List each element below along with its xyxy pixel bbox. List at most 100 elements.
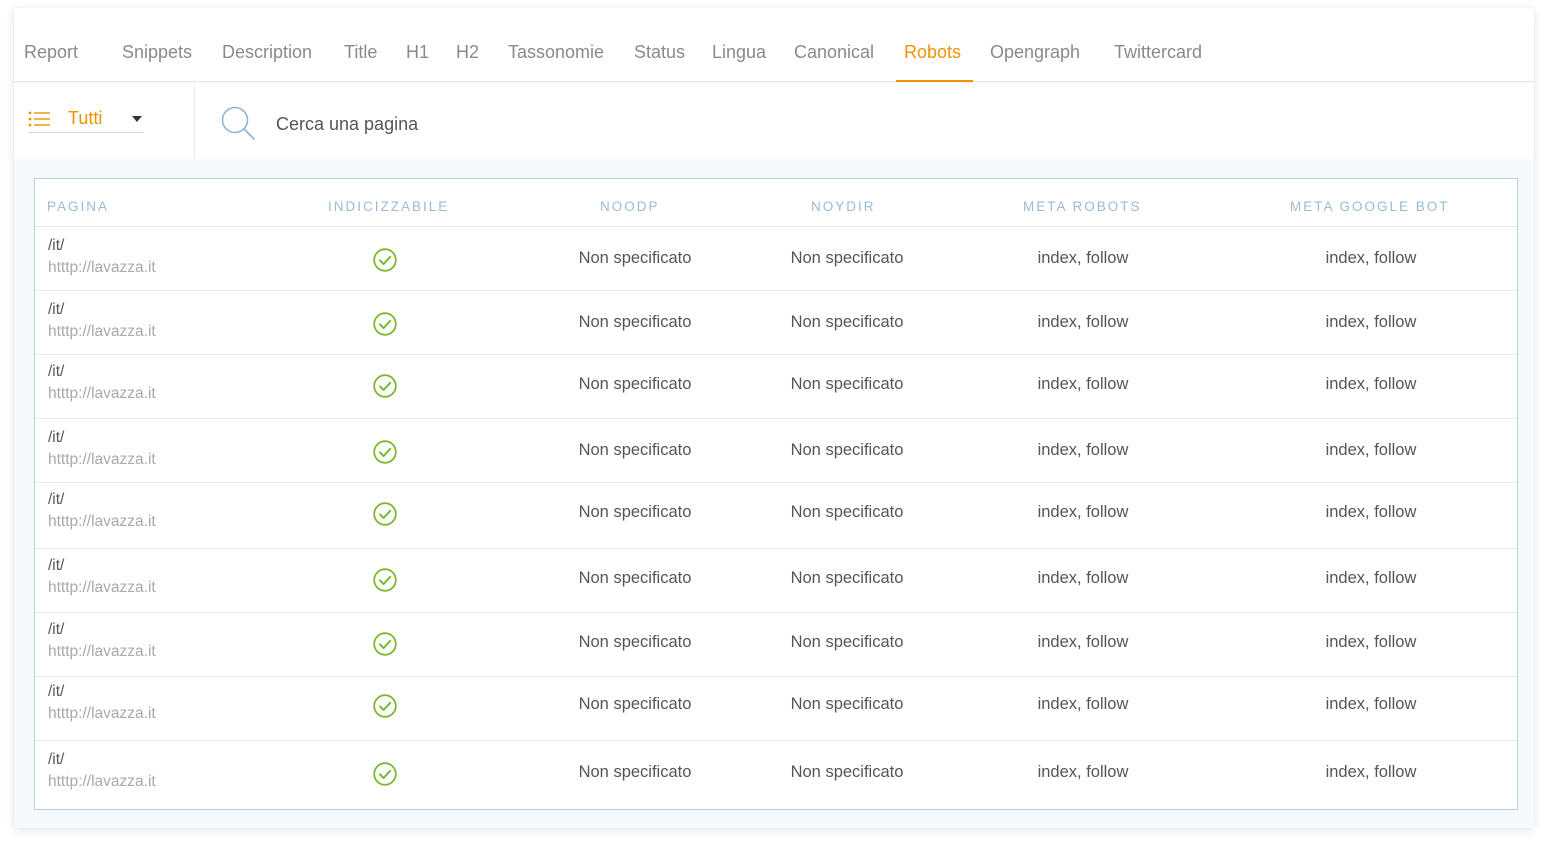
- page-url: htttp://lavazza.it: [48, 385, 156, 402]
- noydir-value: Non specificato: [790, 503, 904, 521]
- robots-table: PAGINA INDICIZZABILE NOODP NOYDIR META R…: [34, 178, 1518, 810]
- tab-lingua[interactable]: Lingua: [712, 42, 766, 82]
- caret-down-icon: [132, 116, 142, 122]
- tab-label: Twittercard: [1114, 42, 1203, 62]
- check-circle-icon: [373, 312, 397, 336]
- page-path: /it/: [48, 751, 65, 768]
- noydir-value: Non specificato: [790, 569, 904, 587]
- noodp-value: Non specificato: [578, 375, 692, 393]
- table-row[interactable]: /it/htttp://lavazza.it Non specificato Non…: [35, 483, 1517, 549]
- page-path: /it/: [48, 429, 65, 446]
- noydir-value: Non specificato: [790, 441, 904, 459]
- noodp-value: Non specificato: [578, 569, 692, 587]
- noodp-value: Non specificato: [578, 633, 692, 651]
- noydir-value: Non specificato: [790, 375, 904, 393]
- check-circle-icon: [373, 568, 397, 592]
- tab-description[interactable]: Description: [222, 42, 312, 82]
- check-circle-icon: [373, 502, 397, 526]
- tab-label: Robots: [904, 42, 962, 62]
- page-path: /it/: [48, 363, 65, 380]
- noodp-value: Non specificato: [578, 313, 692, 331]
- noodp-value: Non specificato: [578, 503, 692, 521]
- noodp-value: Non specificato: [578, 763, 692, 781]
- meta-robots-value: index, follow: [1037, 569, 1129, 587]
- table-row[interactable]: /it/htttp://lavazza.it Non specificato Non…: [35, 613, 1517, 677]
- table-row[interactable]: /it/htttp://lavazza.it Non specificato Non…: [35, 677, 1517, 741]
- tab-bar: Report Snippets Description Title H1 H2 …: [14, 8, 1534, 82]
- tab-report[interactable]: Report: [24, 42, 78, 82]
- tab-label: Title: [344, 42, 378, 62]
- tab-h1[interactable]: H1: [406, 42, 429, 82]
- tab-h2[interactable]: H2: [456, 42, 479, 82]
- tab-label: H1: [406, 42, 430, 62]
- check-circle-icon: [373, 248, 397, 272]
- search-icon: [221, 106, 255, 140]
- table-row[interactable]: /it/htttp://lavazza.it Non specificato Non…: [35, 419, 1517, 483]
- meta-googlebot-value: index, follow: [1325, 633, 1417, 651]
- page-url: htttp://lavazza.it: [48, 323, 156, 340]
- tab-label: Description: [222, 42, 313, 62]
- filter-dropdown[interactable]: Tutti: [28, 105, 144, 133]
- meta-googlebot-value: index, follow: [1325, 249, 1417, 267]
- column-header-noydir: NOYDIR: [811, 199, 876, 214]
- meta-robots-value: index, follow: [1037, 249, 1129, 267]
- tab-label: Lingua: [712, 42, 767, 62]
- tab-title[interactable]: Title: [344, 42, 377, 82]
- meta-robots-value: index, follow: [1037, 503, 1129, 521]
- page-path: /it/: [48, 621, 65, 638]
- tab-label: Opengraph: [990, 42, 1081, 62]
- table-row[interactable]: /it/htttp://lavazza.it Non specificato Non…: [35, 227, 1517, 291]
- meta-googlebot-value: index, follow: [1325, 313, 1417, 331]
- column-header-indicizzabile: INDICIZZABILE: [328, 199, 450, 214]
- tab-tassonomie[interactable]: Tassonomie: [508, 42, 604, 82]
- page-path: /it/: [48, 683, 65, 700]
- check-circle-icon: [373, 374, 397, 398]
- tab-twittercard[interactable]: Twittercard: [1114, 42, 1202, 82]
- column-header-meta-google-bot: META GOOGLE BOT: [1290, 199, 1450, 214]
- tab-label: Report: [24, 42, 79, 62]
- filter-selected-value: Tutti: [68, 108, 103, 128]
- noydir-value: Non specificato: [790, 763, 904, 781]
- tab-label: Canonical: [794, 42, 875, 62]
- table-row[interactable]: /it/htttp://lavazza.it Non specificato Non…: [35, 291, 1517, 355]
- tab-label: H2: [456, 42, 480, 62]
- filter-bar: Tutti: [14, 83, 1534, 159]
- tab-label: Status: [634, 42, 686, 62]
- noodp-value: Non specificato: [578, 441, 692, 459]
- check-circle-icon: [373, 632, 397, 656]
- tab-label: Tassonomie: [508, 42, 605, 62]
- list-icon: [28, 111, 50, 127]
- page-path: /it/: [48, 491, 65, 508]
- page-url: htttp://lavazza.it: [48, 579, 156, 596]
- noydir-value: Non specificato: [790, 633, 904, 651]
- noydir-value: Non specificato: [790, 313, 904, 331]
- meta-googlebot-value: index, follow: [1325, 763, 1417, 781]
- meta-googlebot-value: index, follow: [1325, 695, 1417, 713]
- meta-robots-value: index, follow: [1037, 633, 1129, 651]
- page-url: htttp://lavazza.it: [48, 705, 156, 722]
- meta-googlebot-value: index, follow: [1325, 569, 1417, 587]
- table-row[interactable]: /it/htttp://lavazza.it Non specificato Non…: [35, 741, 1517, 809]
- table-row[interactable]: /it/htttp://lavazza.it Non specificato Non…: [35, 355, 1517, 419]
- search-input[interactable]: [276, 111, 876, 137]
- tab-status[interactable]: Status: [634, 42, 685, 82]
- meta-googlebot-value: index, follow: [1325, 503, 1417, 521]
- tab-snippets[interactable]: Snippets: [122, 42, 192, 82]
- tab-opengraph[interactable]: Opengraph: [990, 42, 1080, 82]
- table-header: PAGINA INDICIZZABILE NOODP NOYDIR META R…: [35, 179, 1517, 227]
- noodp-value: Non specificato: [578, 695, 692, 713]
- meta-googlebot-value: index, follow: [1325, 375, 1417, 393]
- page-url: htttp://lavazza.it: [48, 451, 156, 468]
- tab-label: Snippets: [122, 42, 193, 62]
- meta-googlebot-value: index, follow: [1325, 441, 1417, 459]
- column-header-noodp: NOODP: [600, 199, 660, 214]
- tab-canonical[interactable]: Canonical: [794, 42, 874, 82]
- meta-robots-value: index, follow: [1037, 313, 1129, 331]
- check-circle-icon: [373, 440, 397, 464]
- table-row[interactable]: /it/htttp://lavazza.it Non specificato Non…: [35, 549, 1517, 613]
- meta-robots-value: index, follow: [1037, 695, 1129, 713]
- meta-robots-value: index, follow: [1037, 763, 1129, 781]
- check-circle-icon: [373, 762, 397, 786]
- page-url: htttp://lavazza.it: [48, 513, 156, 530]
- tab-robots[interactable]: Robots: [896, 42, 974, 82]
